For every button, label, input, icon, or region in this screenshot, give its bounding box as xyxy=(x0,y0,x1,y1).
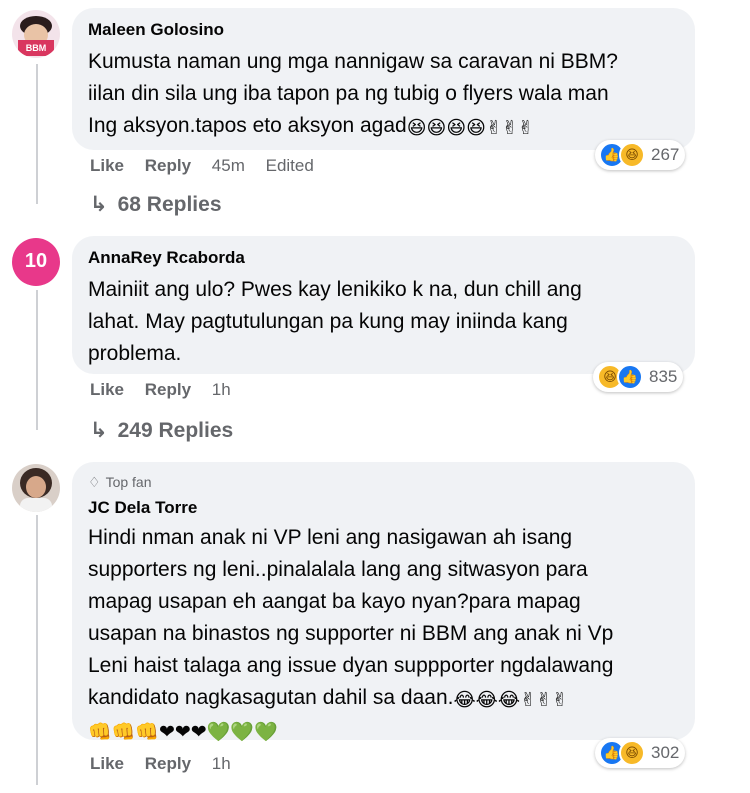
timestamp[interactable]: 1h xyxy=(212,754,231,773)
comment-actions: Like Reply 45m Edited xyxy=(90,156,330,176)
comment-author[interactable]: Maleen Golosino xyxy=(88,20,224,40)
comment-actions: Like Reply 1h xyxy=(90,754,247,774)
thread-line xyxy=(36,290,38,430)
view-replies-button[interactable]: ↳ 249 Replies xyxy=(90,418,233,443)
comment-actions: Like Reply 1h xyxy=(90,380,247,400)
top-fan-label: Top fan xyxy=(105,474,152,490)
comment-emojis: 😂😂😂✌✌✌ xyxy=(453,689,568,711)
reply-arrow-icon: ↳ xyxy=(90,418,108,442)
reaction-summary[interactable]: 👍 😆 267 xyxy=(595,140,686,170)
reaction-summary[interactable]: 😆 👍 835 xyxy=(593,362,684,392)
like-button[interactable]: Like xyxy=(90,754,124,773)
reaction-count: 302 xyxy=(651,743,680,762)
haha-reaction-icon: 😆 xyxy=(619,142,645,168)
comment-author[interactable]: AnnaRey Rcaborda xyxy=(88,248,245,268)
like-button[interactable]: Like xyxy=(90,380,124,399)
comment-body: Hindi nman anak ni VP leni ang nasigawan… xyxy=(88,526,614,709)
avatar[interactable]: BBM xyxy=(12,10,60,58)
timestamp[interactable]: 1h xyxy=(212,380,231,399)
comment-emojis-line2: 👊👊👊❤❤❤💚💚💚 xyxy=(88,721,278,743)
reaction-count: 835 xyxy=(649,367,678,386)
diamond-icon: ♢ xyxy=(88,475,101,491)
timestamp[interactable]: 45m xyxy=(212,156,245,175)
reaction-count: 267 xyxy=(651,145,680,164)
like-button[interactable]: Like xyxy=(90,156,124,175)
avatar[interactable] xyxy=(12,464,60,512)
replies-count: 68 Replies xyxy=(117,193,222,216)
comment-text: Mainiit ang ulo? Pwes kay lenikiko k na,… xyxy=(88,278,582,365)
like-reaction-icon: 👍 xyxy=(617,364,643,390)
comment-text: Hindi nman anak ni VP leni ang nasigawan… xyxy=(88,522,613,746)
reaction-summary[interactable]: 👍 😆 302 xyxy=(595,738,686,768)
edited-label: Edited xyxy=(265,156,314,175)
view-replies-button[interactable]: ↳ 68 Replies xyxy=(90,192,222,217)
thread-line xyxy=(36,515,38,785)
avatar[interactable]: 10 xyxy=(12,238,60,286)
comment-body: Kumusta naman ung mga nannigaw sa carava… xyxy=(88,50,618,137)
reply-button[interactable]: Reply xyxy=(145,754,191,773)
comment-bubble: ♢ Top fan JC Dela Torre Hindi nman anak n… xyxy=(72,462,695,742)
reply-button[interactable]: Reply xyxy=(145,380,191,399)
top-fan-badge: ♢ Top fan xyxy=(88,474,152,491)
comment-bubble: Maleen Golosino Kumusta naman ung mga na… xyxy=(72,8,695,150)
avatar-badge: 10 xyxy=(24,250,48,272)
thread-line xyxy=(36,64,38,204)
replies-count: 249 Replies xyxy=(117,419,234,442)
reply-button[interactable]: Reply xyxy=(145,156,191,175)
reply-arrow-icon: ↳ xyxy=(90,192,108,216)
comment-author[interactable]: JC Dela Torre xyxy=(88,498,197,518)
haha-reaction-icon: 😆 xyxy=(619,740,645,766)
comment-bubble: AnnaRey Rcaborda Mainiit ang ulo? Pwes k… xyxy=(72,236,695,374)
avatar-badge: BBM xyxy=(18,40,54,56)
comment-text: Kumusta naman ung mga nannigaw sa carava… xyxy=(88,46,618,142)
comment-emojis: 😆😆😆😆✌✌✌ xyxy=(406,117,534,139)
